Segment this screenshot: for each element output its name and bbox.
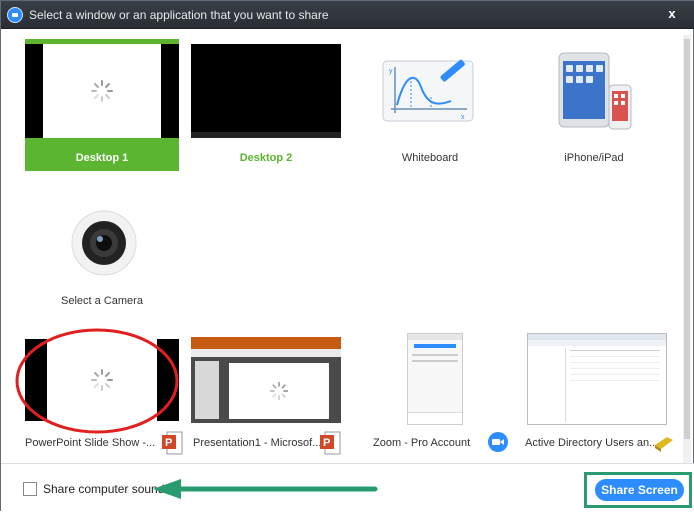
vertical-scrollbar[interactable] bbox=[683, 35, 691, 465]
svg-text:x: x bbox=[461, 114, 465, 121]
tile-label: Whiteboard bbox=[401, 152, 459, 164]
title-bar: Select a window or an application that y… bbox=[1, 1, 694, 29]
tile-zoom-pro-account[interactable]: Zoom - Pro Account bbox=[353, 333, 508, 463]
tile-whiteboard[interactable]: x y Whiteboard bbox=[353, 39, 507, 171]
scrollbar-thumb[interactable] bbox=[684, 39, 690, 439]
share-screen-button[interactable]: Share Screen bbox=[595, 479, 684, 501]
annotation-red-circle bbox=[15, 328, 179, 434]
camera-icon bbox=[71, 210, 137, 276]
spinner-icon bbox=[91, 80, 113, 102]
spinner-icon bbox=[269, 381, 289, 401]
desktop-1-thumbnail bbox=[25, 44, 179, 138]
tile-active-directory[interactable]: Active Directory Users an... bbox=[517, 333, 673, 463]
tile-iphone-ipad[interactable]: iPhone/iPad bbox=[517, 39, 671, 171]
tile-camera[interactable]: Select a Camera bbox=[25, 197, 179, 317]
zoom-icon bbox=[488, 432, 508, 452]
tile-label: Desktop 2 bbox=[239, 152, 293, 164]
share-dialog: Select a window or an application that y… bbox=[0, 0, 694, 512]
tile-desktop-1[interactable]: Desktop 1 bbox=[25, 39, 179, 171]
desktop-2-thumbnail bbox=[191, 44, 341, 138]
powerpoint-icon: P bbox=[320, 431, 341, 455]
share-sound-checkbox[interactable] bbox=[23, 482, 37, 496]
folder-icon bbox=[655, 437, 673, 452]
annotation-green-arrow bbox=[153, 479, 378, 499]
presentation-thumbnail bbox=[191, 337, 341, 423]
footer-bar: Share computer sound Share Screen bbox=[1, 463, 694, 512]
dialog-title: Select a window or an application that y… bbox=[29, 8, 329, 22]
ipad-icon bbox=[558, 52, 632, 130]
svg-text:P: P bbox=[165, 437, 172, 449]
tile-label: Select a Camera bbox=[61, 295, 143, 307]
share-options-grid: Desktop 1 Desktop 2 x y Whiteboard iPhon… bbox=[13, 35, 681, 465]
tile-powerpoint-slide-show[interactable]: PowerPoint Slide Show -... P bbox=[15, 328, 183, 463]
tile-label: iPhone/iPad bbox=[564, 152, 624, 164]
zoom-app-icon bbox=[7, 7, 23, 23]
zoom-thumbnail bbox=[407, 333, 463, 425]
tile-label: PowerPoint Slide Show -... bbox=[25, 437, 156, 449]
active-directory-thumbnail bbox=[527, 333, 667, 425]
whiteboard-icon: x y bbox=[382, 59, 474, 122]
tile-desktop-2[interactable]: Desktop 2 bbox=[189, 39, 343, 171]
close-button[interactable]: x bbox=[653, 4, 691, 24]
svg-text:P: P bbox=[323, 437, 330, 449]
svg-text:y: y bbox=[389, 68, 393, 75]
tile-label: Desktop 1 bbox=[75, 152, 129, 164]
tile-presentation1[interactable]: Presentation1 - Microsof... P bbox=[189, 333, 343, 463]
share-sound-label: Share computer sound bbox=[43, 482, 165, 496]
